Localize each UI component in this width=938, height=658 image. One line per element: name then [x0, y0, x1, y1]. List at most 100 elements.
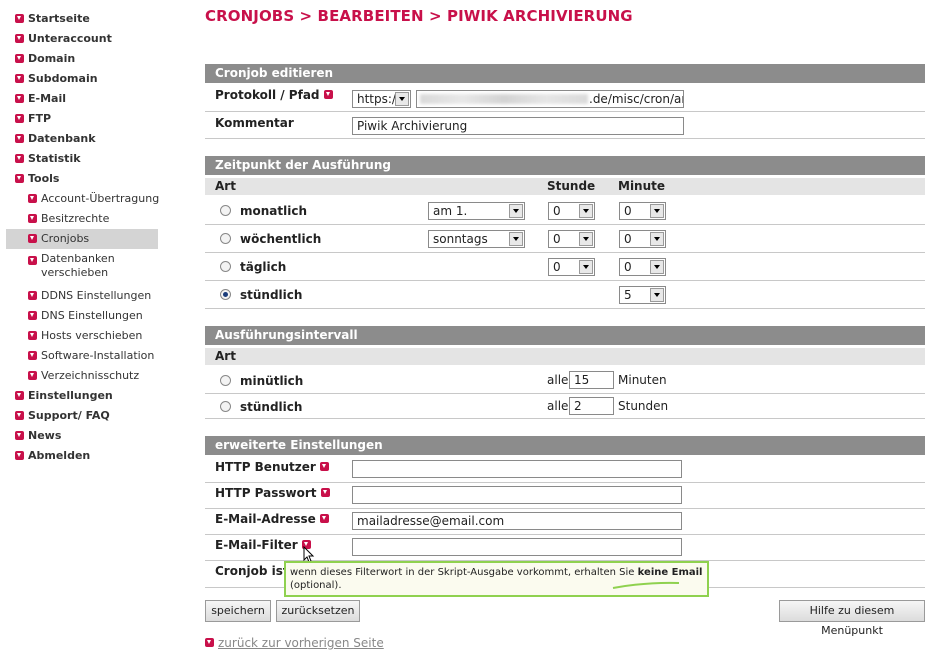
sidebar-item-label: Abmelden [28, 449, 91, 462]
divider [205, 418, 925, 419]
day-select-woechentlich[interactable]: sonntags [428, 230, 525, 248]
column-art: Art [215, 179, 236, 193]
sidebar-item-news[interactable]: News [6, 426, 158, 446]
sidebar-subitem-ddns[interactable]: DDNS Einstellungen [6, 286, 158, 306]
help-icon[interactable] [323, 90, 333, 99]
http-pass-label: HTTP Passwort [215, 486, 330, 500]
http-user-input[interactable] [352, 460, 682, 478]
sidebar-item-tools[interactable]: Tools [6, 169, 158, 189]
help-icon[interactable] [319, 514, 329, 523]
arrow-down-icon [15, 154, 24, 163]
comment-input[interactable]: Piwik Archivierung [352, 117, 684, 135]
path-input[interactable]: .de/misc/cron/archiv [416, 90, 684, 108]
section-header-interval: Ausführungsintervall [205, 326, 925, 345]
minute-select-woechentlich[interactable]: 0 [619, 230, 666, 248]
sidebar-subitem-hosts[interactable]: Hosts verschieben [6, 326, 158, 346]
select-value: 0 [624, 204, 632, 218]
divider [205, 534, 925, 535]
column-stunde: Stunde [547, 179, 596, 193]
sidebar-item-label: Support/ FAQ [28, 409, 110, 422]
sidebar-subitem-label: Besitzrechte [41, 212, 110, 225]
protocol-label: Protokoll / Pfad [215, 88, 333, 102]
sidebar-item-label: Unteraccount [28, 32, 112, 45]
back-link[interactable]: zurück zur vorherigen Seite [205, 636, 384, 650]
reset-button[interactable]: zurücksetzen [276, 600, 360, 622]
radio-taeglich[interactable] [220, 261, 231, 272]
http-pass-input[interactable] [352, 486, 682, 504]
sidebar-item-unteraccount[interactable]: Unteraccount [6, 29, 158, 49]
cronjob-active-label: Cronjob ist [215, 564, 289, 578]
sidebar-subitem-label: Cronjobs [41, 232, 90, 245]
page-title: CRONJOBS > BEARBEITEN > PIWIK ARCHIVIERU… [205, 7, 633, 25]
sidebar-subitem-verzeichnisschutz[interactable]: Verzeichnisschutz [6, 366, 158, 386]
tooltip-bold-text: keine Email [637, 567, 703, 578]
sidebar-subitem-besitzrechte[interactable]: Besitzrechte [6, 209, 158, 229]
interval-label-minuetlich: minütlich [240, 374, 304, 388]
sidebar-subitem-datenbanken-verschieben[interactable]: Datenbanken verschieben [6, 249, 158, 286]
hour-select-taeglich[interactable]: 0 [548, 258, 595, 276]
chevron-down-icon [395, 92, 409, 106]
radio-stuendlich[interactable] [220, 289, 231, 300]
chevron-down-icon [650, 288, 664, 302]
sidebar-item-support[interactable]: Support/ FAQ [6, 406, 158, 426]
select-value: 0 [624, 260, 632, 274]
divider [205, 138, 925, 139]
sidebar-item-statistik[interactable]: Statistik [6, 149, 158, 169]
sidebar-item-label: Domain [28, 52, 76, 65]
sidebar-subitem-cronjobs[interactable]: Cronjobs [6, 229, 158, 249]
email-filter-input[interactable] [352, 538, 682, 556]
hour-select-woechentlich[interactable]: 0 [548, 230, 595, 248]
sidebar-item-einstellungen[interactable]: Einstellungen [6, 386, 158, 406]
chevron-down-icon [579, 260, 593, 274]
arrow-down-icon [28, 291, 37, 300]
sidebar-subitem-software[interactable]: Software-Installation [6, 346, 158, 366]
help-tooltip: wenn dieses Filterwort in der Skript-Aus… [284, 561, 709, 597]
interval-unit: Stunden [618, 399, 669, 413]
minute-select-stuendlich[interactable]: 5 [619, 286, 666, 304]
save-button[interactable]: speichern [205, 600, 271, 622]
arrow-down-icon [28, 371, 37, 380]
help-icon[interactable] [320, 488, 330, 497]
minute-select-taeglich[interactable]: 0 [619, 258, 666, 276]
radio-interval-minuetlich[interactable] [220, 375, 231, 386]
sidebar-subitem-account-uebertragung[interactable]: Account-Übertragung [6, 189, 159, 209]
sidebar-subitem-label: Hosts verschieben [41, 329, 143, 342]
sidebar-item-startseite[interactable]: Startseite [6, 9, 158, 29]
section-header-edit: Cronjob editieren [205, 64, 925, 83]
help-icon[interactable] [319, 462, 329, 471]
arrow-down-icon [15, 431, 24, 440]
sidebar-item-label: Statistik [28, 152, 81, 165]
interval-hours-input[interactable]: 2 [569, 397, 614, 415]
arrow-down-icon [15, 34, 24, 43]
sidebar-item-domain[interactable]: Domain [6, 49, 158, 69]
divider [205, 280, 925, 281]
sidebar-item-label: Datenbank [28, 132, 96, 145]
interval-minutes-input[interactable]: 15 [569, 371, 614, 389]
column-art: Art [215, 349, 236, 363]
arrow-down-icon [15, 94, 24, 103]
sidebar-item-abmelden[interactable]: Abmelden [6, 446, 158, 466]
arrow-down-icon [15, 174, 24, 183]
interval-prefix: alle [547, 373, 569, 387]
select-value: 0 [624, 232, 632, 246]
sidebar-item-email[interactable]: E-Mail [6, 89, 158, 109]
arrow-down-icon [28, 351, 37, 360]
chevron-down-icon [579, 204, 593, 218]
sidebar-item-subdomain[interactable]: Subdomain [6, 69, 158, 89]
select-value: 0 [553, 204, 561, 218]
protocol-select[interactable]: https:// [352, 90, 411, 108]
arrow-down-icon [205, 638, 214, 647]
minute-select-monatlich[interactable]: 0 [619, 202, 666, 220]
radio-woechentlich[interactable] [220, 233, 231, 244]
interval-unit: Minuten [618, 373, 667, 387]
hour-select-monatlich[interactable]: 0 [548, 202, 595, 220]
radio-interval-stuendlich[interactable] [220, 401, 231, 412]
day-select-monatlich[interactable]: am 1. [428, 202, 525, 220]
sidebar-item-ftp[interactable]: FTP [6, 109, 158, 129]
help-button[interactable]: Hilfe zu diesem Menüpunkt [779, 600, 925, 637]
email-input[interactable]: mailadresse@email.com [352, 512, 682, 530]
sidebar-item-datenbank[interactable]: Datenbank [6, 129, 158, 149]
radio-monatlich[interactable] [220, 205, 231, 216]
sidebar-subitem-dns[interactable]: DNS Einstellungen [6, 306, 158, 326]
sidebar-subitem-label: DNS Einstellungen [41, 309, 143, 322]
